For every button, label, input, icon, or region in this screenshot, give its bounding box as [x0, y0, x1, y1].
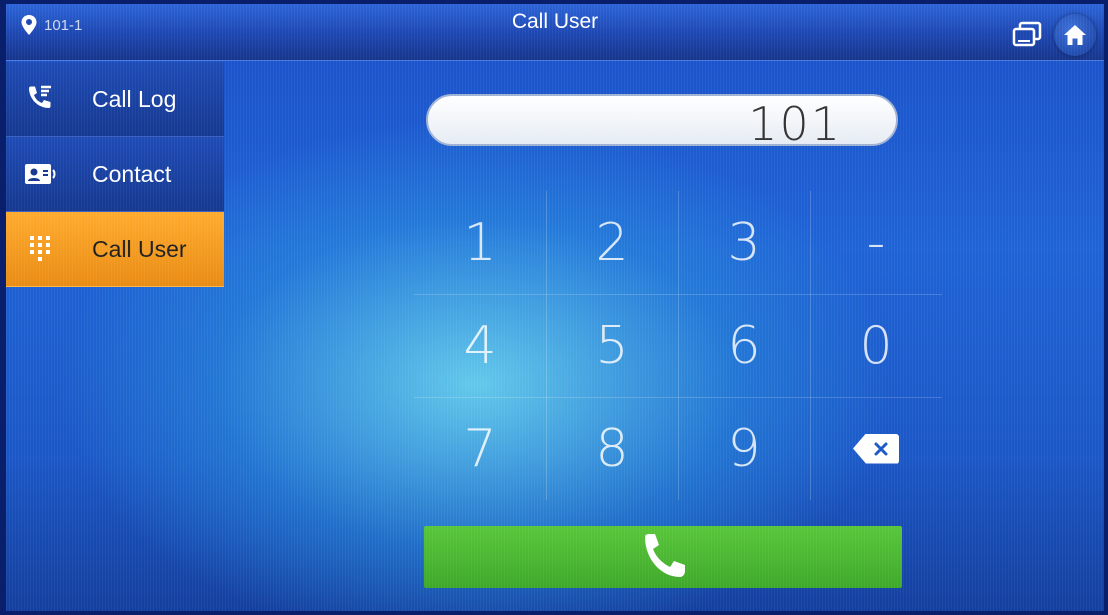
phone-handset-icon	[645, 534, 685, 577]
delete-button[interactable]	[810, 397, 942, 500]
key-1[interactable]: 1	[414, 191, 546, 294]
key-7[interactable]: 7	[414, 397, 546, 500]
key-9[interactable]: 9	[678, 397, 810, 500]
backspace-icon	[853, 433, 899, 464]
monitor-button[interactable]	[1010, 18, 1044, 52]
sidebar-item-contact[interactable]: Contact	[6, 137, 224, 212]
number-display[interactable]: 101	[426, 94, 898, 151]
call-log-icon	[18, 84, 62, 114]
dialpad-icon	[18, 234, 62, 264]
sidebar-item-label: Call Log	[92, 85, 177, 112]
key-dash[interactable]: -	[810, 191, 942, 294]
key-8[interactable]: 8	[546, 397, 678, 500]
sidebar-item-call-user[interactable]: Call User	[6, 212, 224, 287]
call-button[interactable]	[424, 526, 902, 588]
page-title: Call User	[511, 10, 599, 33]
sidebar-item-call-log[interactable]: Call Log	[6, 62, 224, 137]
contact-card-icon	[18, 159, 62, 189]
intercom-screen: 101-1 Call User Call Log Contact Call Us…	[6, 4, 1104, 611]
key-5[interactable]: 5	[546, 294, 678, 397]
keypad: 1 2 3 - 4 5 6 0 7 8 9	[414, 191, 942, 500]
sidebar-item-label: Call User	[92, 235, 187, 262]
sidebar: Call Log Contact Call User	[6, 62, 224, 287]
key-3[interactable]: 3	[678, 191, 810, 294]
key-4[interactable]: 4	[414, 294, 546, 397]
key-2[interactable]: 2	[546, 191, 678, 294]
home-icon	[1064, 25, 1086, 45]
dialed-number: 101	[748, 97, 842, 151]
sidebar-item-label: Contact	[92, 160, 172, 187]
multi-screen-icon	[1012, 21, 1042, 47]
top-bar: 101-1 Call User	[6, 4, 1104, 61]
home-button[interactable]	[1054, 14, 1096, 56]
key-0[interactable]: 0	[810, 294, 942, 397]
key-6[interactable]: 6	[678, 294, 810, 397]
